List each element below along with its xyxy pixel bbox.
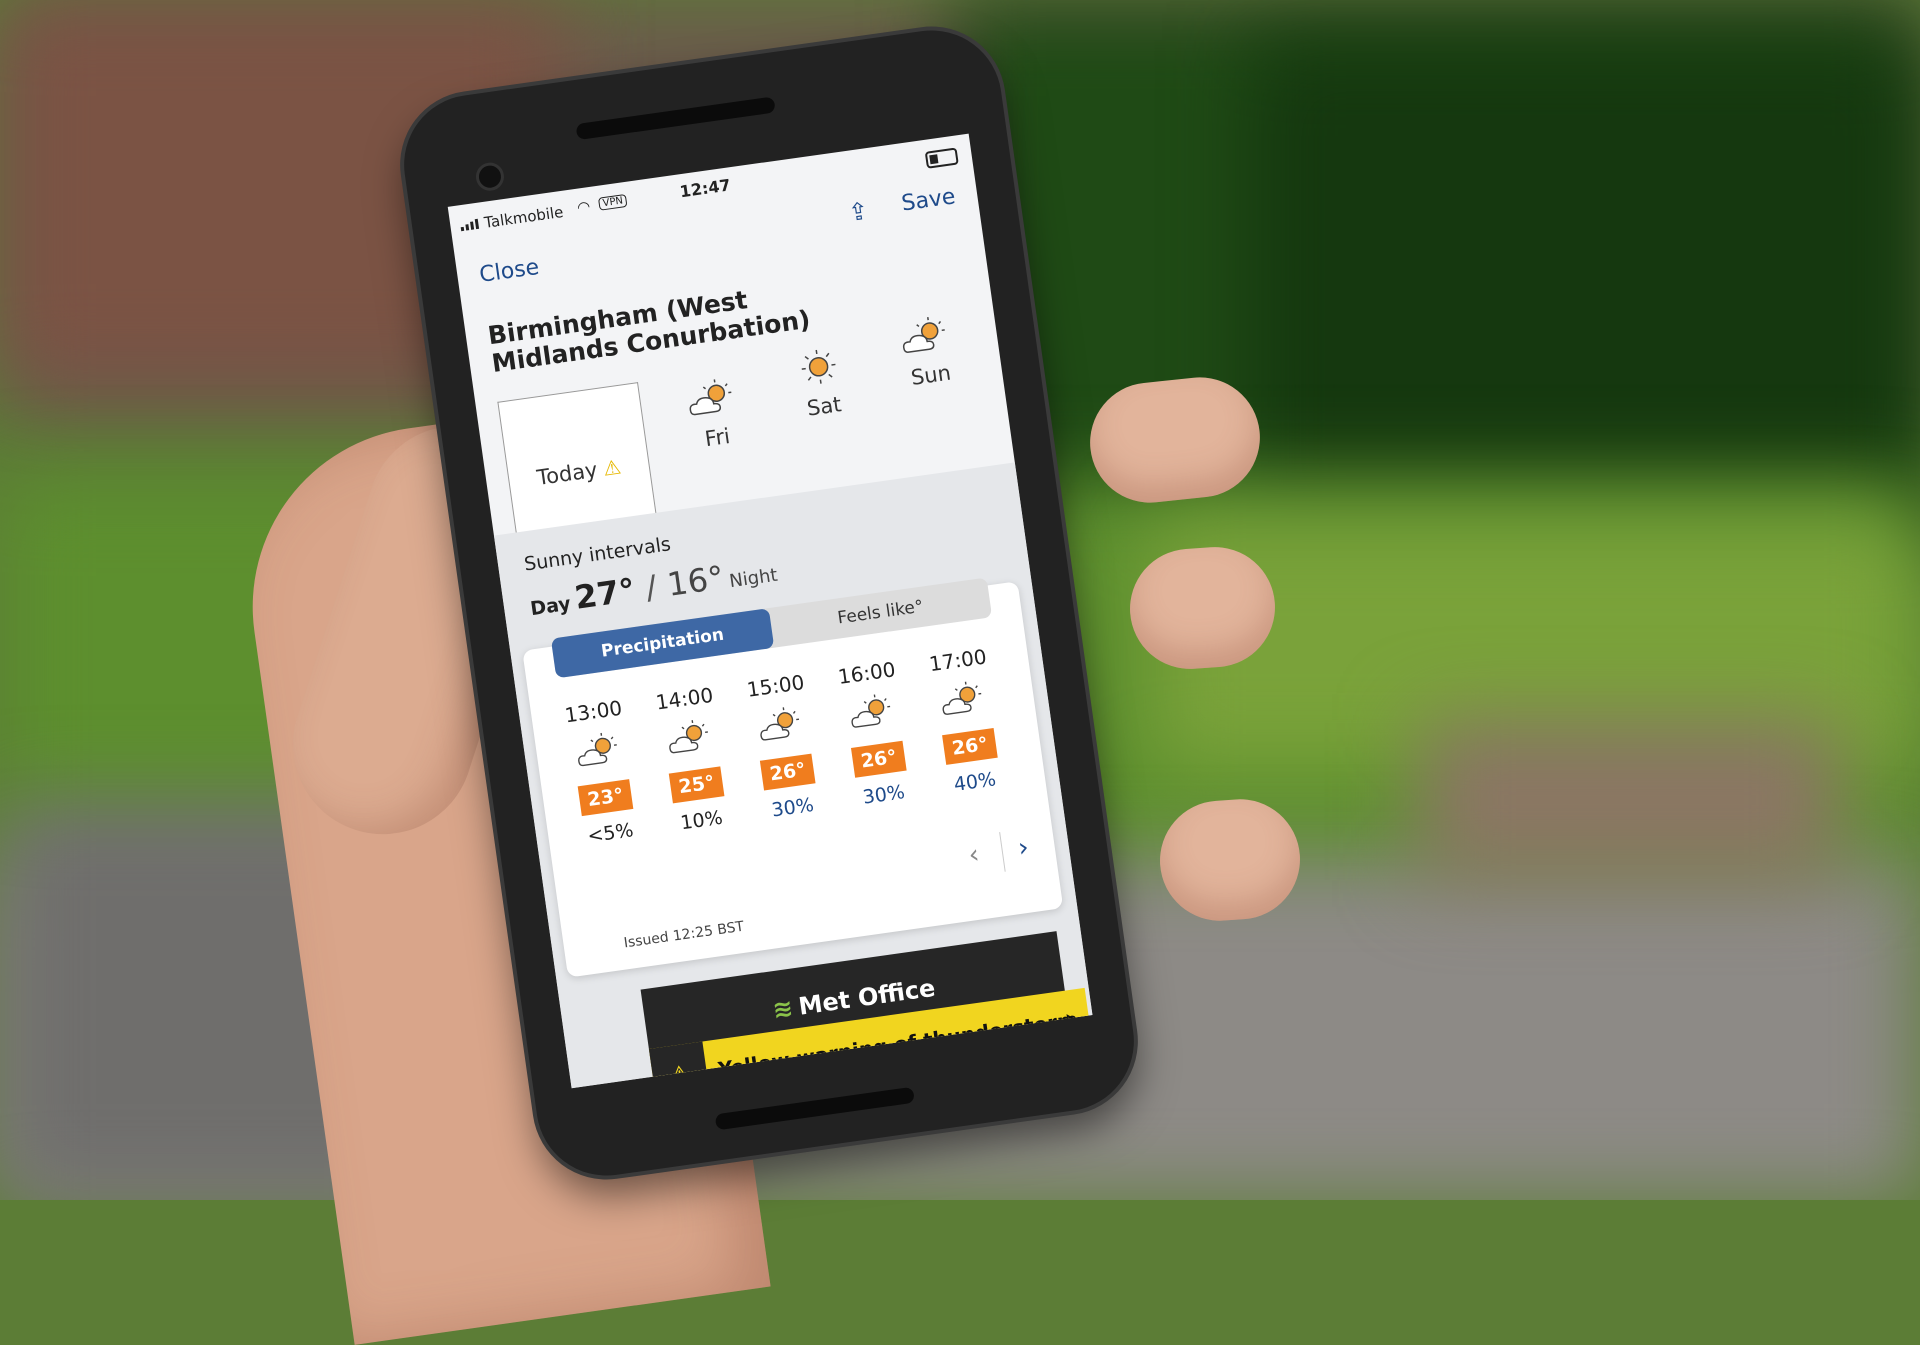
finger-middle bbox=[1126, 543, 1279, 673]
finger-index bbox=[1084, 371, 1266, 508]
finger-ring bbox=[1156, 795, 1304, 924]
hand-fingers bbox=[0, 0, 1920, 1200]
